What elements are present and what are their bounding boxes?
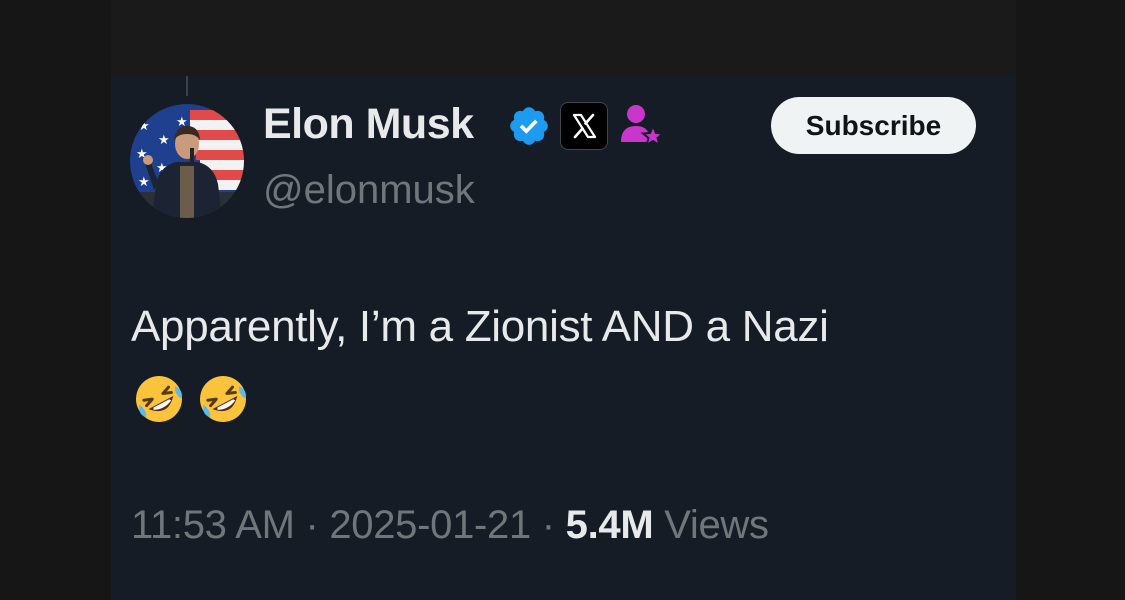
svg-text:★: ★ [158,133,170,148]
right-dark-margin [1016,0,1125,600]
views-label: Views [664,503,769,547]
verified-badge-icon[interactable] [507,104,551,148]
meta-separator: · [541,503,555,547]
rolling-on-floor-laughing-emoji [136,376,182,422]
post-text: Apparently, I’m a Zionist AND a Nazi [131,302,829,351]
author-handle[interactable]: @elonmusk [263,168,475,213]
views-count: 5.4M [565,503,654,547]
post-card: ★ ★ ★ ★ ★ ★ Elon Musk @elonmusk Subscrib… [111,76,1016,600]
subscribe-button[interactable]: Subscribe [771,97,976,154]
post-time[interactable]: 11:53 AM [131,503,295,547]
post-emojis [133,373,257,425]
thread-connector-line [186,76,188,96]
meta-separator: · [305,503,319,547]
affiliate-person-star-icon[interactable] [619,102,665,150]
rolling-on-floor-laughing-emoji [200,376,247,422]
svg-text:★: ★ [138,175,150,190]
svg-text:★: ★ [138,119,150,134]
avatar[interactable]: ★ ★ ★ ★ ★ ★ [130,104,244,218]
author-display-name[interactable]: Elon Musk [263,100,474,149]
post-date[interactable]: 2025-01-21 [329,503,531,547]
post-metadata: 11:53 AM · 2025-01-21 · 5.4M Views [131,503,769,548]
x-logo-icon[interactable] [560,102,608,150]
left-dark-margin [0,0,111,600]
